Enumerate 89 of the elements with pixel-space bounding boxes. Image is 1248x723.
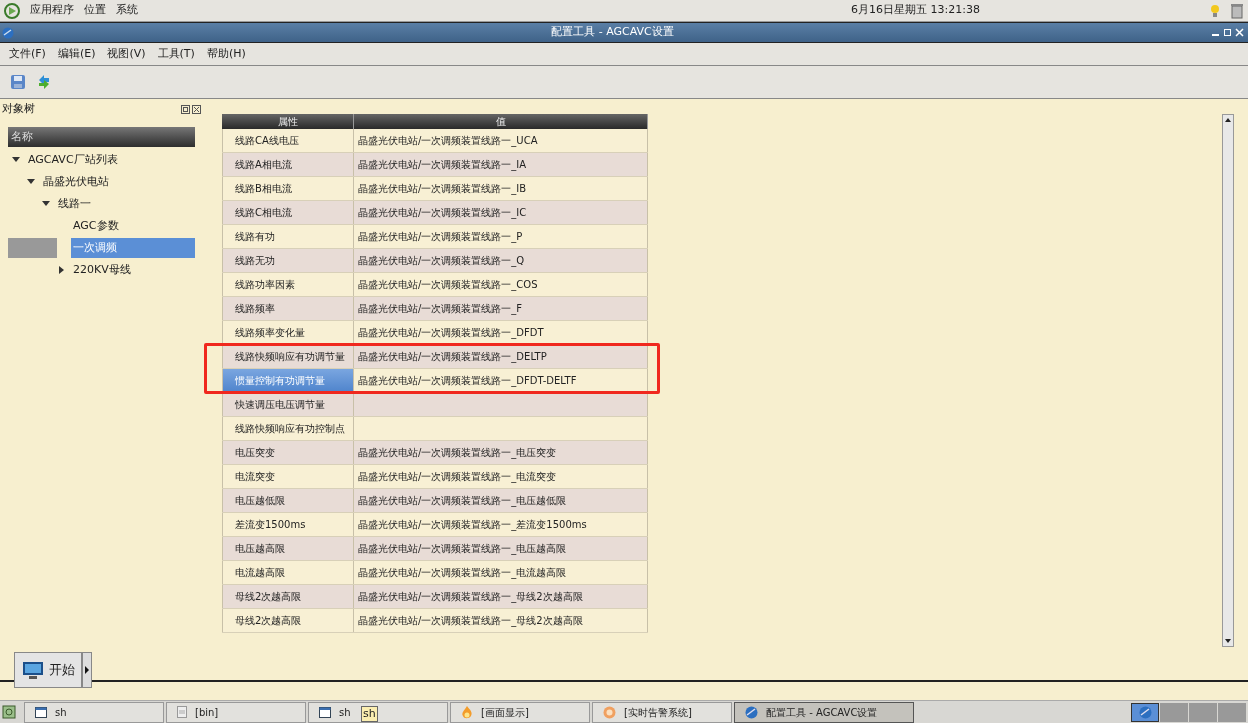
maximize-icon[interactable] [1223, 28, 1232, 37]
caret-icon [84, 666, 90, 674]
column-header: 名称 [8, 127, 195, 147]
table-cell[interactable]: 晶盛光伏电站/一次调频装置线路一_母线2次越高限 [354, 585, 648, 608]
table-cell[interactable]: 差流变1500ms [222, 513, 354, 536]
table-cell[interactable]: 晶盛光伏电站/一次调频装置线路一_电压突变 [354, 441, 648, 464]
refresh-icon[interactable] [36, 73, 52, 91]
tray-button[interactable] [1131, 702, 1159, 722]
save-icon[interactable] [10, 74, 26, 90]
close-icon[interactable] [192, 104, 201, 114]
table-cell[interactable]: 电压越高限 [222, 537, 354, 560]
file-icon [177, 706, 187, 718]
table-cell[interactable]: 电压越低限 [222, 489, 354, 512]
table-cell[interactable]: 晶盛光伏电站/一次调频装置线路一_电流突变 [354, 465, 648, 488]
menu-item[interactable]: 视图(V) [102, 45, 151, 63]
table-cell[interactable]: 电流突变 [222, 465, 354, 488]
taskbar-button[interactable]: 配置工具 - AGCAVC设置 [734, 701, 914, 723]
panel-menu[interactable]: 系统 [116, 2, 138, 19]
logo-icon[interactable] [4, 2, 20, 19]
globe-icon [2, 26, 14, 39]
table-cell[interactable]: 晶盛光伏电站/一次调频装置线路一_电压越高限 [354, 537, 648, 560]
window-icon [319, 706, 331, 718]
table-cell[interactable]: 线路频率变化量 [222, 321, 354, 344]
table-cell[interactable]: 晶盛光伏电站/一次调频装置线路一_COS [354, 273, 648, 296]
table-cell[interactable]: 晶盛光伏电站/一次调频装置线路一_Q [354, 249, 648, 272]
menu-item[interactable]: 文件(F) [4, 45, 51, 63]
tree-item[interactable]: AGC参数 [71, 217, 121, 235]
collapsed-arrow-icon[interactable] [57, 266, 65, 274]
table-cell[interactable]: 晶盛光伏电站/一次调频装置线路一_DFDT [354, 321, 648, 344]
table-cell[interactable]: 晶盛光伏电站/一次调频装置线路一_电流越高限 [354, 561, 648, 584]
table-cell[interactable]: 晶盛光伏电站/一次调频装置线路一_母线2次越高限 [354, 609, 648, 632]
panel-title: 对象树 [2, 100, 35, 117]
taskbar-button[interactable]: sh sh [308, 701, 448, 723]
scrollbar[interactable] [1222, 114, 1234, 647]
table-cell[interactable]: 母线2次越高限 [222, 609, 354, 632]
table-cell[interactable]: 晶盛光伏电站/一次调频装置线路一_IB [354, 177, 648, 200]
globe-icon [745, 705, 758, 719]
table-cell[interactable]: 晶盛光伏电站/一次调频装置线路一_IC [354, 201, 648, 224]
selection-background [8, 238, 57, 258]
taskbar-button[interactable]: [bin] [166, 701, 306, 723]
table-cell[interactable]: 线路CA线电压 [222, 129, 354, 152]
table-cell[interactable]: 线路C相电流 [222, 201, 354, 224]
table-cell[interactable]: 晶盛光伏电站/一次调频装置线路一_DFDT-DELTF [354, 369, 648, 392]
tree-item[interactable]: AGCAVC厂站列表 [26, 151, 120, 169]
table-cell[interactable]: 线路快频响应有功调节量 [222, 345, 354, 368]
tree-item[interactable]: 线路一 [56, 195, 93, 213]
monitor-icon [21, 660, 45, 680]
table-cell[interactable]: 线路功率因素 [222, 273, 354, 296]
table-cell[interactable]: 母线2次越高限 [222, 585, 354, 608]
trash-icon[interactable] [1230, 2, 1244, 19]
table-cell[interactable]: 线路A相电流 [222, 153, 354, 176]
expanded-arrow-icon[interactable] [27, 178, 35, 186]
flame-icon [461, 705, 473, 719]
table-cell[interactable]: 电压突变 [222, 441, 354, 464]
window-title: 配置工具 - AGCAVC设置 [550, 24, 675, 41]
table-cell[interactable]: 晶盛光伏电站/一次调频装置线路一_IA [354, 153, 648, 176]
app-icon [603, 705, 616, 719]
table-cell[interactable]: 晶盛光伏电站/一次调频装置线路一_F [354, 297, 648, 320]
taskbar-button[interactable]: [实时告警系统] [592, 701, 732, 723]
expand-button[interactable] [82, 652, 92, 688]
table-cell[interactable]: 晶盛光伏电站/一次调频装置线路一_DELTP [354, 345, 648, 368]
menu-item[interactable]: 编辑(E) [52, 45, 101, 63]
float-icon[interactable] [181, 104, 190, 114]
clock: 6月16日星期五 13:21:38 [851, 2, 980, 19]
tree-item[interactable]: 220KV母线 [71, 261, 133, 279]
panel-menu[interactable]: 位置 [84, 2, 106, 19]
panel-menu[interactable]: 应用程序 [30, 2, 74, 19]
menu-item[interactable]: 帮助(H) [201, 45, 251, 63]
table-cell[interactable]: 晶盛光伏电站/一次调频装置线路一_电压越低限 [354, 489, 648, 512]
table-cell[interactable]: 晶盛光伏电站/一次调频装置线路一_UCA [354, 129, 648, 152]
table-cell[interactable]: 线路无功 [222, 249, 354, 272]
table-cell[interactable]: 晶盛光伏电站/一次调频装置线路一_差流变1500ms [354, 513, 648, 536]
menu-item[interactable]: 工具(T) [152, 45, 200, 63]
bulb-icon[interactable] [1210, 3, 1220, 18]
window-icon [35, 706, 47, 718]
tooltip: sh [361, 705, 378, 722]
tree-item[interactable]: 晶盛光伏电站 [41, 173, 111, 191]
taskbar-button[interactable]: sh [24, 701, 164, 723]
table-cell[interactable]: 线路频率 [222, 297, 354, 320]
start-button[interactable]: 开始 [14, 652, 82, 688]
table-cell[interactable]: 线路有功 [222, 225, 354, 248]
table-cell[interactable]: 线路B相电流 [222, 177, 354, 200]
desktop-icon[interactable] [2, 704, 16, 720]
table-cell[interactable]: 晶盛光伏电站/一次调频装置线路一_P [354, 225, 648, 248]
taskbar-button[interactable]: [画面显示] [450, 701, 590, 723]
globe-icon [1138, 705, 1152, 719]
expanded-arrow-icon[interactable] [42, 200, 50, 208]
table-cell[interactable]: 电流越高限 [222, 561, 354, 584]
expanded-arrow-icon[interactable] [12, 156, 20, 164]
